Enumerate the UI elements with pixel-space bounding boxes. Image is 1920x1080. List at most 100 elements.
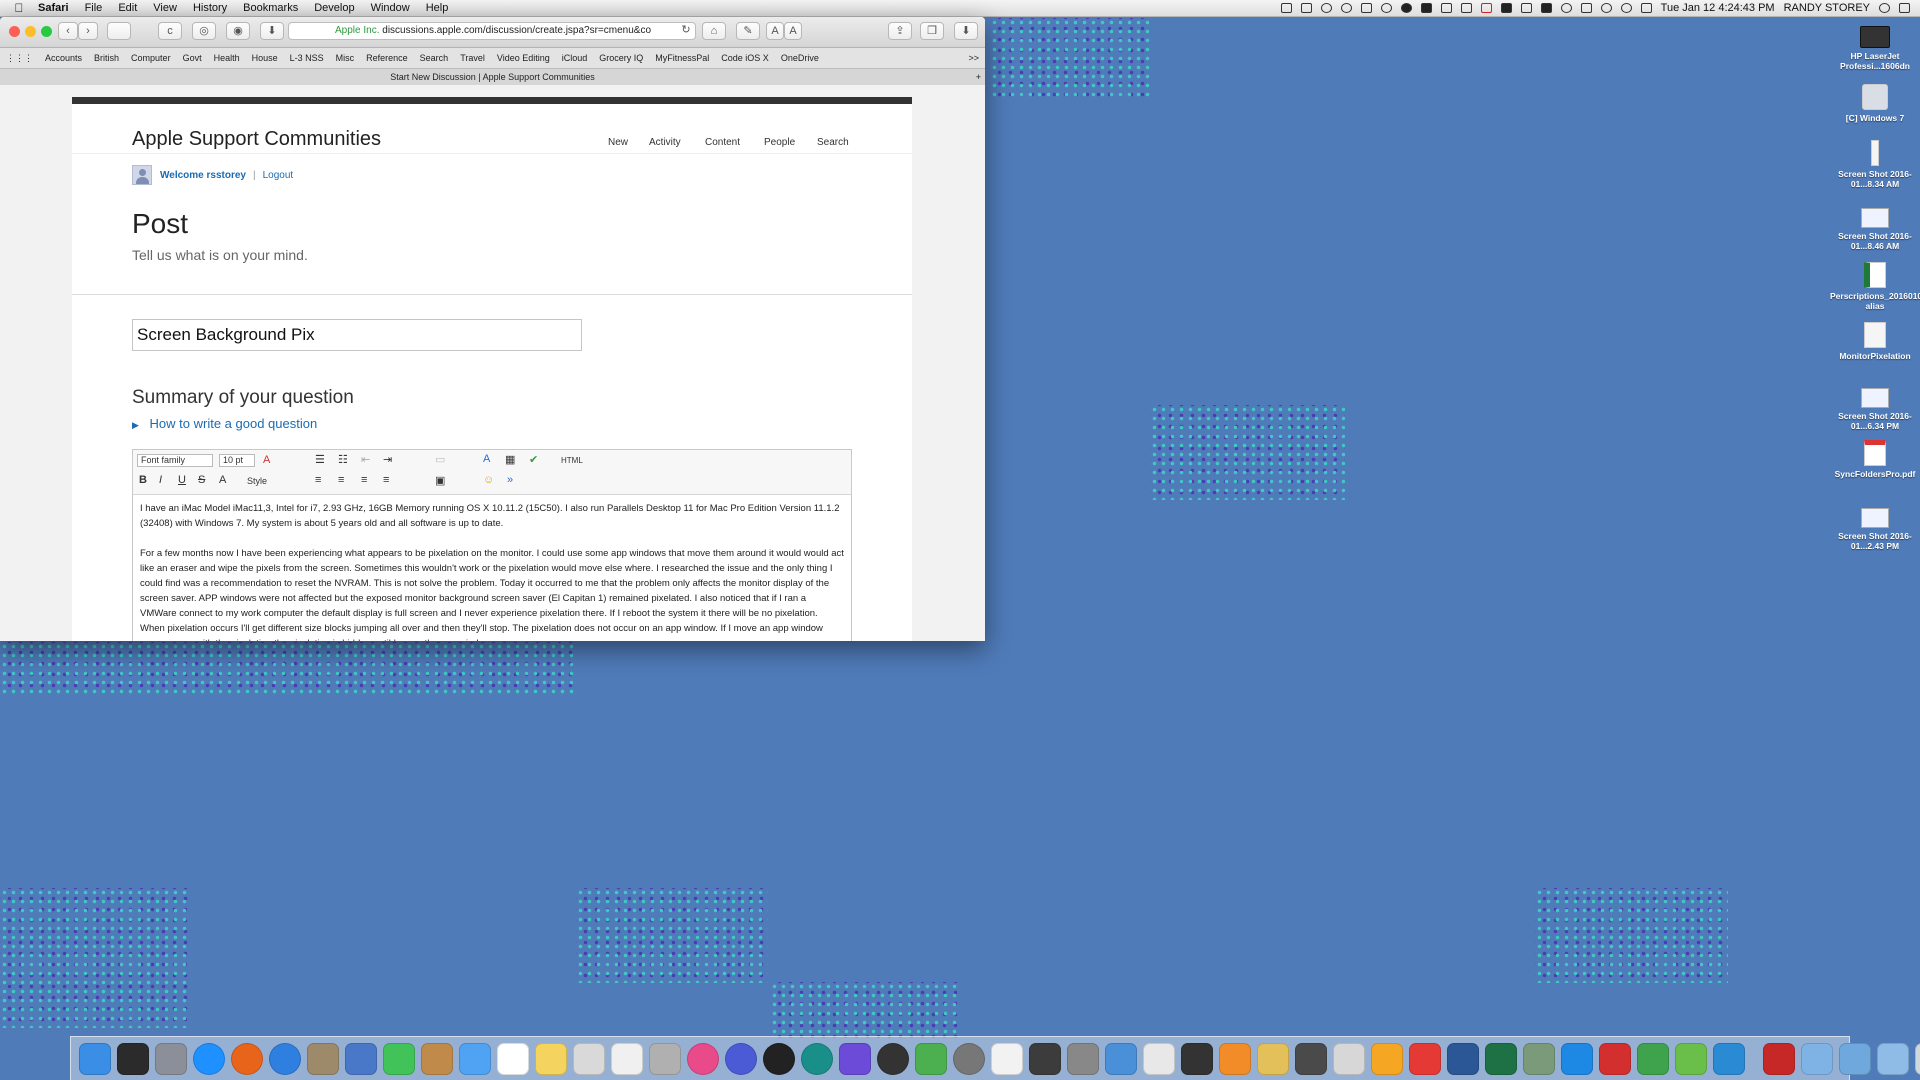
pause-icon[interactable] [1480, 3, 1492, 13]
refresh-extension-icon[interactable]: c [158, 22, 182, 40]
dock-app-icon[interactable] [383, 1042, 415, 1075]
dock-app-icon[interactable] [1105, 1042, 1137, 1075]
dock-app-icon[interactable] [877, 1042, 909, 1075]
bold-icon[interactable]: B [139, 474, 147, 486]
dock-app-icon[interactable] [991, 1042, 1023, 1075]
dock-app-icon[interactable] [269, 1042, 301, 1075]
sidebar-toggle-icon[interactable] [107, 22, 131, 40]
dock-app-icon[interactable] [1333, 1042, 1365, 1075]
dock-app-icon[interactable] [1257, 1042, 1289, 1075]
html-mode-button[interactable]: HTML [561, 456, 583, 465]
dock-app-icon[interactable] [117, 1042, 149, 1075]
dock-app-icon[interactable] [801, 1042, 833, 1075]
dock-app-icon[interactable] [1877, 1042, 1909, 1075]
time-machine-icon[interactable] [1560, 3, 1572, 13]
desktop-icon-screenshot[interactable]: Screen Shot 2016-01...8.46 AM [1830, 208, 1920, 251]
dock-app-icon[interactable] [1637, 1042, 1669, 1075]
dock-app-icon[interactable] [611, 1042, 643, 1075]
dock-app-icon[interactable] [1371, 1042, 1403, 1075]
pocket-extension-icon[interactable]: ⬇ [260, 22, 284, 40]
share-button[interactable]: ⇪ [888, 22, 912, 40]
dock-app-icon[interactable] [155, 1042, 187, 1075]
extension-icon[interactable]: ◉ [226, 22, 250, 40]
menu-edit[interactable]: Edit [110, 2, 145, 14]
alert-icon[interactable] [1500, 3, 1512, 13]
parallels-icon[interactable] [1420, 3, 1432, 13]
dock-app-icon[interactable] [193, 1042, 225, 1075]
dock-app-icon[interactable] [573, 1042, 605, 1075]
bookmark-item[interactable]: OneDrive [775, 53, 825, 63]
nav-new[interactable]: New [608, 137, 628, 148]
new-tab-button[interactable]: + [976, 69, 981, 85]
logout-link[interactable]: Logout [263, 170, 294, 181]
dock-app-icon[interactable] [1447, 1042, 1479, 1075]
close-window-button[interactable] [9, 26, 20, 37]
dock-app-icon[interactable] [345, 1042, 377, 1075]
dock-app-icon[interactable] [953, 1042, 985, 1075]
grid-icon[interactable] [1360, 3, 1372, 13]
dock-app-icon[interactable] [1485, 1042, 1517, 1075]
dock-app-icon[interactable] [1599, 1042, 1631, 1075]
howto-disclosure[interactable]: ▶ How to write a good question [132, 416, 317, 431]
desktop-icon-screenshot[interactable]: Screen Shot 2016-01...2.43 PM [1830, 508, 1920, 551]
insert-image-icon[interactable]: ▣ [435, 474, 445, 487]
dock-app-icon[interactable] [1523, 1042, 1555, 1075]
dock-app-icon[interactable] [839, 1042, 871, 1075]
wifi-icon[interactable] [1620, 3, 1632, 13]
bookmark-item[interactable]: Search [414, 53, 455, 63]
menu-bookmarks[interactable]: Bookmarks [235, 2, 306, 14]
dock-app-icon[interactable] [1295, 1042, 1327, 1075]
bookmark-item[interactable]: Video Editing [491, 53, 556, 63]
numbered-list-icon[interactable]: ☷ [338, 453, 348, 466]
apple-menu-icon[interactable]:  [8, 1, 30, 15]
bookmark-item[interactable]: Grocery IQ [593, 53, 649, 63]
top-sites-icon[interactable]: ⋮⋮⋮ [0, 53, 39, 64]
dock-app-icon[interactable] [763, 1042, 795, 1075]
back-button[interactable]: ‹ [58, 22, 78, 40]
speaker-icon[interactable] [1600, 3, 1612, 13]
welcome-link[interactable]: Welcome rsstorey [160, 170, 246, 181]
menu-develop[interactable]: Develop [306, 2, 362, 14]
desktop-icon-screenshot[interactable]: Screen Shot 2016-01...6.34 PM [1830, 388, 1920, 431]
dropbox-icon[interactable] [1460, 3, 1472, 13]
onepassword-extension-icon[interactable]: ◎ [192, 22, 216, 40]
bookmark-item[interactable]: Govt [177, 53, 208, 63]
desktop-icon-drive[interactable]: [C] Windows 7 [1830, 84, 1920, 123]
underline-icon[interactable]: U [178, 474, 186, 486]
battery-icon[interactable] [1520, 3, 1532, 13]
clear-formatting-icon[interactable]: A [263, 454, 270, 466]
bookmark-item[interactable]: Code iOS X [715, 53, 775, 63]
dock-app-icon[interactable] [1561, 1042, 1593, 1075]
bookmark-item[interactable]: MyFitnessPal [649, 53, 715, 63]
dock-app-icon[interactable] [307, 1042, 339, 1075]
table-icon[interactable]: ▦ [505, 453, 515, 466]
spotlight-icon[interactable] [1879, 3, 1890, 13]
dock-app-icon[interactable] [687, 1042, 719, 1075]
bullet-list-icon[interactable]: ☰ [315, 453, 325, 466]
cloud-icon[interactable] [1440, 3, 1452, 13]
style-select[interactable]: Style [247, 476, 267, 486]
menu-app-name[interactable]: Safari [30, 2, 77, 14]
editor-text-area[interactable]: I have an iMac Model iMac11,3, Intel for… [133, 495, 851, 641]
active-tab-title[interactable]: Start New Discussion | Apple Support Com… [390, 72, 594, 82]
desktop-icon-printer[interactable]: HP LaserJet Professi...1606dn [1830, 26, 1920, 71]
power-icon[interactable] [1540, 3, 1552, 13]
clock[interactable]: Tue Jan 12 4:24:43 PM [1661, 2, 1775, 14]
bookmark-item[interactable]: Misc [330, 53, 361, 63]
display-icon[interactable] [1640, 3, 1652, 13]
bookmark-item[interactable]: Travel [454, 53, 491, 63]
bookmark-item[interactable]: Reference [360, 53, 414, 63]
menu-help[interactable]: Help [418, 2, 457, 14]
menu-view[interactable]: View [145, 2, 185, 14]
font-family-select[interactable]: Font family [137, 454, 213, 467]
text-larger-button[interactable]: A [784, 22, 802, 40]
dock-app-icon[interactable] [421, 1042, 453, 1075]
nav-activity[interactable]: Activity [649, 137, 681, 148]
markup-extension-icon[interactable]: ✎ [736, 22, 760, 40]
volume-icon[interactable] [1320, 3, 1332, 13]
bluetooth-icon[interactable] [1580, 3, 1592, 13]
minimize-window-button[interactable] [25, 26, 36, 37]
dock-app-icon[interactable] [459, 1042, 491, 1075]
indent-icon[interactable]: ⇥ [383, 453, 392, 466]
dock-app-icon[interactable] [1801, 1042, 1833, 1075]
